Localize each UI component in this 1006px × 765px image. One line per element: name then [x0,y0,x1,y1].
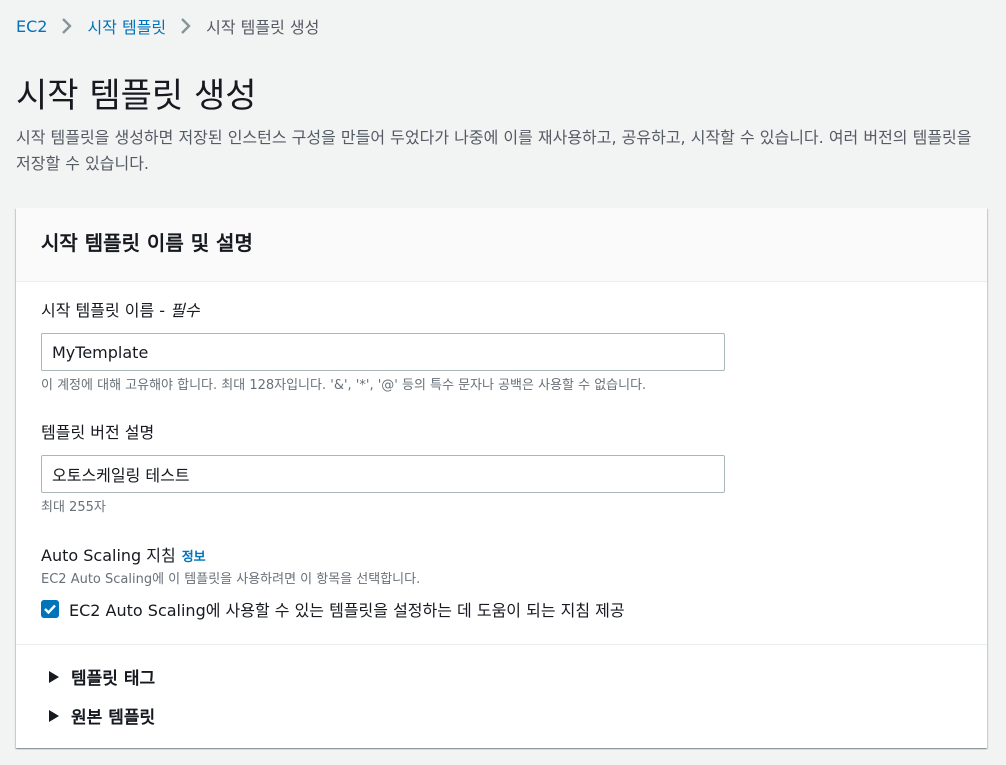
checkmark-icon [44,604,56,615]
template-name-input[interactable] [41,333,725,371]
chevron-right-icon [55,14,79,38]
breadcrumb-launch-templates[interactable]: 시작 템플릿 [87,14,166,38]
chevron-right-icon [174,14,198,38]
info-link[interactable]: 정보 [182,550,206,565]
page-description: 시작 템플릿을 생성하면 저장된 인스턴스 구성을 만들어 두었다가 나중에 이… [16,128,972,173]
version-description-input[interactable] [41,455,725,493]
expander-template-tags-label: 템플릿 태그 [71,669,156,689]
caret-right-icon [49,670,59,683]
autoscaling-checkbox[interactable] [41,600,59,618]
version-description-hint: 최대 255자 [41,500,106,515]
template-name-label-text: 시작 템플릿 이름 - [41,301,171,320]
panel-header: 시작 템플릿 이름 및 설명 [16,208,987,282]
autoscaling-hint: EC2 Auto Scaling에 이 템플릿을 사용하려면 이 항목을 선택합… [41,572,421,587]
autoscaling-checkbox-label[interactable]: EC2 Auto Scaling에 사용할 수 있는 템플릿을 설정하는 데 도… [69,597,625,621]
required-marker: 필수 [170,301,200,320]
divider [16,644,987,645]
breadcrumb-ec2[interactable]: EC2 [16,17,47,36]
template-name-hint: 이 계정에 대해 고유해야 합니다. 최대 128자입니다. '&', '*',… [41,378,647,393]
breadcrumb-current: 시작 템플릿 생성 [206,18,320,37]
page-title: 시작 템플릿 생성 [16,76,257,116]
autoscaling-label: Auto Scaling 지침 정보 [41,544,206,570]
expander-source-template-label: 원본 템플릿 [71,708,156,728]
expander-source-template[interactable]: 원본 템플릿 [49,703,155,728]
autoscaling-checkbox-row[interactable]: EC2 Auto Scaling에 사용할 수 있는 템플릿을 설정하는 데 도… [41,597,625,621]
autoscaling-label-text: Auto Scaling 지침 [41,546,176,565]
version-description-label: 템플릿 버전 설명 [41,423,155,442]
panel-title: 시작 템플릿 이름 및 설명 [41,231,253,255]
caret-right-icon [49,709,59,722]
template-name-label: 시작 템플릿 이름 - 필수 [41,299,200,323]
expander-template-tags[interactable]: 템플릿 태그 [49,664,155,689]
template-name-panel: 시작 템플릿 이름 및 설명 시작 템플릿 이름 - 필수 이 계정에 대해 고… [16,208,987,748]
breadcrumb: EC2 시작 템플릿 시작 템플릿 생성 [16,14,319,38]
